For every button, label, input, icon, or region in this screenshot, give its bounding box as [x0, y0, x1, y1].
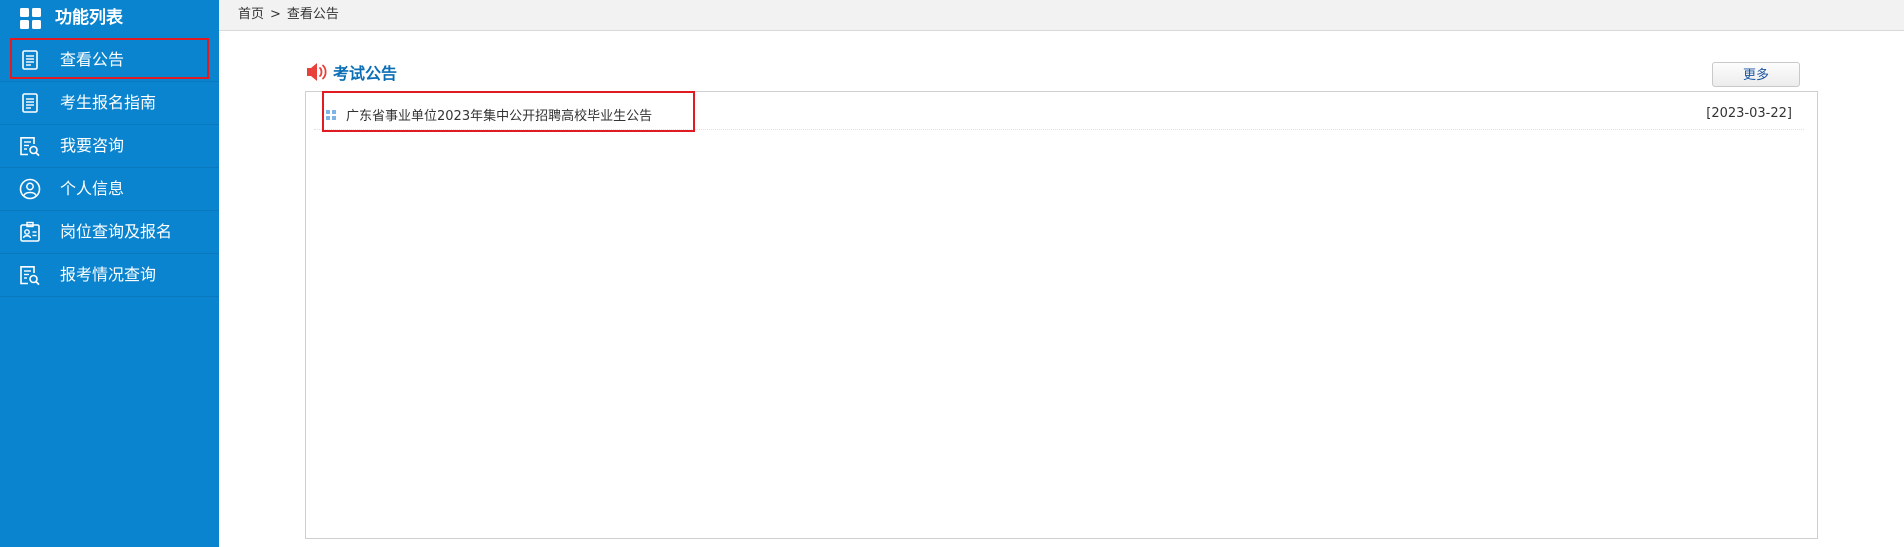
notice-link[interactable]: 广东省事业单位2023年集中公开招聘高校毕业生公告 — [320, 100, 652, 129]
sidebar-item-view-notices[interactable]: 查看公告 — [0, 38, 219, 82]
list-item: 广东省事业单位2023年集中公开招聘高校毕业生公告 [2023-03-22] — [314, 91, 1804, 132]
id-badge-icon — [20, 221, 40, 242]
sidebar-item-label: 考生报名指南 — [60, 93, 157, 112]
breadcrumb-bar: 首页 > 查看公告 — [219, 0, 1904, 31]
document-list-icon — [22, 93, 38, 113]
speaker-icon — [307, 63, 327, 81]
notice-list: 广东省事业单位2023年集中公开招聘高校毕业生公告 [2023-03-22] — [305, 91, 1818, 539]
sidebar-item-label: 岗位查询及报名 — [60, 222, 173, 241]
sidebar-item-personal-info[interactable]: 个人信息 — [0, 168, 219, 211]
sidebar: 功能列表 查看公告 考生报名指南 我要咨询 个人信息 岗位查询及报名 报考情况查… — [0, 0, 219, 547]
grid-bullet-icon — [326, 109, 336, 120]
notice-date: [2023-03-22] — [1706, 106, 1792, 121]
document-search-icon — [20, 137, 40, 157]
document-search-icon — [20, 266, 40, 286]
sidebar-item-label: 我要咨询 — [60, 136, 125, 155]
sidebar-item-label: 报考情况查询 — [60, 265, 157, 284]
breadcrumb-current: 查看公告 — [286, 7, 339, 22]
more-button[interactable]: 更多 — [1712, 62, 1800, 87]
breadcrumb-separator: > — [270, 7, 281, 22]
notice-title: 广东省事业单位2023年集中公开招聘高校毕业生公告 — [346, 109, 653, 124]
sidebar-header: 功能列表 — [0, 0, 219, 36]
panel-title-text: 考试公告 — [333, 64, 398, 83]
panel-title: 考试公告 — [305, 60, 397, 84]
sidebar-item-label: 查看公告 — [60, 50, 125, 69]
document-list-icon — [22, 50, 38, 70]
breadcrumb: 首页 > 查看公告 — [238, 7, 339, 23]
sidebar-item-application-status[interactable]: 报考情况查询 — [0, 254, 219, 297]
grid-icon — [20, 8, 41, 29]
sidebar-item-consult[interactable]: 我要咨询 — [0, 125, 219, 168]
sidebar-item-exam-guide[interactable]: 考生报名指南 — [0, 82, 219, 125]
sidebar-item-job-search-apply[interactable]: 岗位查询及报名 — [0, 211, 219, 254]
breadcrumb-home-link[interactable]: 首页 — [238, 7, 264, 23]
user-circle-icon — [19, 178, 41, 200]
sidebar-header-label: 功能列表 — [55, 8, 123, 28]
sidebar-item-label: 个人信息 — [60, 179, 125, 198]
